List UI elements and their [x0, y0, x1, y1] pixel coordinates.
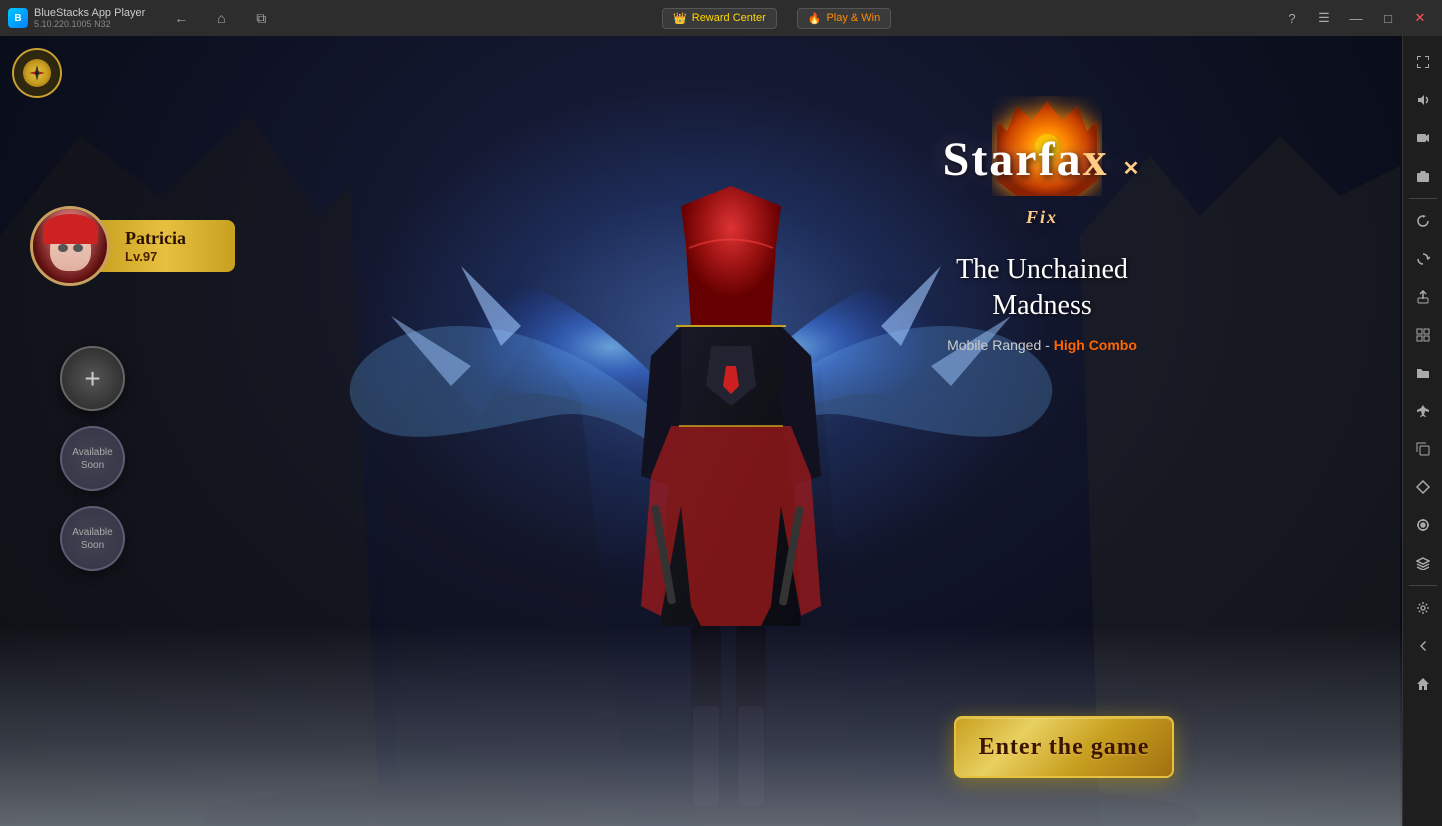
close-button[interactable]: ✕ [1406, 4, 1434, 32]
game-description: Mobile Ranged - High Combo [902, 337, 1182, 353]
reward-center-label: Reward Center [692, 12, 766, 24]
sidebar-divider-2 [1409, 585, 1437, 586]
game-viewport: Patricia Lv.97 + Available Soon Availabl… [0, 36, 1402, 826]
main-content: Patricia Lv.97 + Available Soon Availabl… [0, 36, 1442, 826]
copy-icon[interactable] [1405, 431, 1441, 467]
ground-mist [0, 626, 1402, 826]
game-title-fix: Fix [1026, 207, 1058, 227]
nav-home-button[interactable]: ⌂ [207, 4, 235, 32]
play-win-button[interactable]: 🔥 Play & Win [797, 8, 892, 29]
game-title: Starfax ✕ Fix [902, 136, 1182, 232]
titlebar: B BlueStacks App Player 5.10.220.1005 N3… [0, 0, 1442, 36]
character-info-card: Patricia Lv.97 [30, 206, 235, 286]
character-name-bar: Patricia Lv.97 [95, 220, 235, 272]
app-name: BlueStacks App Player [34, 7, 145, 19]
titlebar-nav: ← ⌂ ⧉ [167, 4, 275, 32]
volume-icon[interactable] [1405, 82, 1441, 118]
airplane-icon[interactable] [1405, 393, 1441, 429]
sidebar-back-icon[interactable] [1405, 628, 1441, 664]
sidebar-divider-1 [1409, 198, 1437, 199]
help-button[interactable]: ? [1278, 4, 1306, 32]
camera-icon[interactable] [1405, 158, 1441, 194]
compass-button[interactable] [12, 48, 62, 98]
layers-icon[interactable] [1405, 545, 1441, 581]
maximize-button[interactable]: □ [1374, 4, 1402, 32]
add-character-button[interactable]: + [60, 346, 125, 411]
menu-button[interactable]: ☰ [1310, 4, 1338, 32]
game-title-area: Starfax ✕ Fix The Unchained Madness Mobi… [902, 136, 1182, 353]
expand-icon[interactable] [1405, 44, 1441, 80]
game-title-main: Starfa [943, 133, 1083, 186]
share-icon[interactable] [1405, 279, 1441, 315]
erase-icon[interactable] [1405, 469, 1441, 505]
play-win-fire-icon: 🔥 [808, 12, 822, 25]
location-icon[interactable] [1405, 507, 1441, 543]
character-level: Lv.97 [125, 249, 215, 264]
refresh-icon[interactable] [1405, 203, 1441, 239]
nav-back-button[interactable]: ← [167, 4, 195, 32]
play-win-label: Play & Win [826, 12, 880, 24]
character-selector: + Available Soon Available Soon [60, 346, 125, 571]
folder-icon[interactable] [1405, 355, 1441, 391]
character-name: Patricia [125, 228, 215, 249]
minimize-button[interactable]: — [1342, 4, 1370, 32]
reward-crown-icon: 👑 [673, 12, 687, 25]
enter-game-button[interactable]: Enter the game [954, 716, 1174, 778]
rotate-icon[interactable] [1405, 241, 1441, 277]
game-title-suffix: x [1083, 133, 1109, 186]
video-icon[interactable] [1405, 120, 1441, 156]
resize-icon[interactable] [1405, 317, 1441, 353]
character-slot-1[interactable]: Available Soon [60, 426, 125, 491]
compass-icon [23, 59, 51, 87]
reward-center-button[interactable]: 👑 Reward Center [662, 8, 777, 29]
settings-icon[interactable] [1405, 590, 1441, 626]
game-desc-highlight: High Combo [1054, 337, 1137, 353]
app-version: 5.10.220.1005 N32 [34, 19, 145, 29]
nav-tabs-button[interactable]: ⧉ [247, 4, 275, 32]
titlebar-left: B BlueStacks App Player 5.10.220.1005 N3… [0, 4, 275, 32]
avatar-inner [33, 209, 107, 283]
character-slot-2[interactable]: Available Soon [60, 506, 125, 571]
titlebar-center: 👑 Reward Center 🔥 Play & Win [275, 8, 1278, 29]
character-avatar[interactable] [30, 206, 110, 286]
bluestacks-logo: B [8, 8, 28, 28]
game-subtitle: The Unchained Madness [902, 252, 1182, 325]
game-title-icon: ✕ [1123, 158, 1142, 180]
sidebar-home-icon[interactable] [1405, 666, 1441, 702]
enter-game-label: Enter the game [979, 734, 1150, 761]
titlebar-right: ? ☰ — □ ✕ [1278, 4, 1442, 32]
right-sidebar [1402, 36, 1442, 826]
